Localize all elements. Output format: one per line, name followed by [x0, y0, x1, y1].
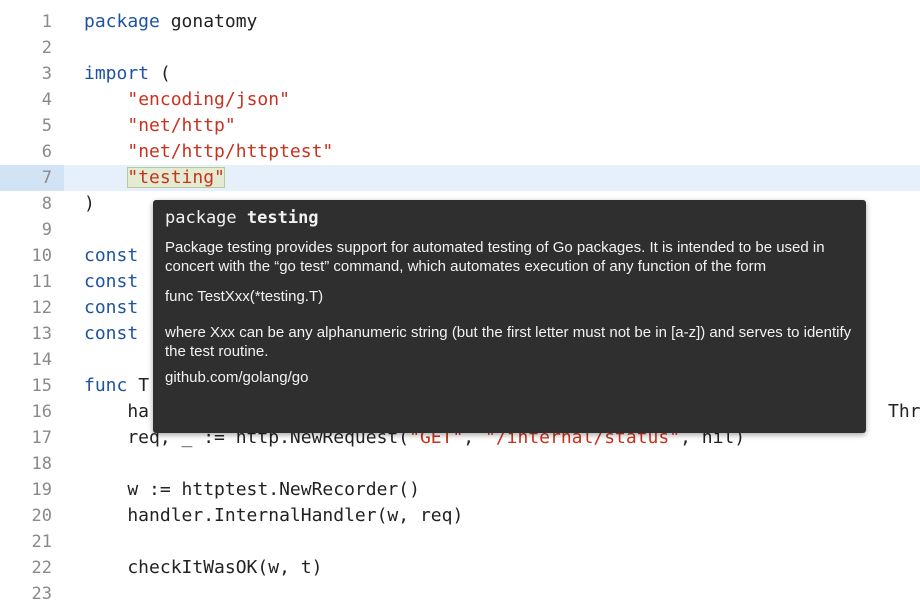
tooltip-details: where Xxx can be any alphanumeric string… [165, 324, 852, 360]
code-line[interactable]: 19 w := httptest.NewRecorder() [0, 477, 920, 503]
line-number: 16 [31, 402, 52, 422]
code-text: func T [84, 373, 149, 399]
line-number: 20 [31, 506, 52, 526]
hover-doc-tooltip: package testing Package testing provides… [153, 200, 866, 433]
code-line[interactable]: 1 package gonatomy [0, 9, 920, 35]
code-text: handler.InternalHandler(w, req) [84, 503, 463, 529]
line-number: 8 [41, 194, 52, 214]
line-number: 19 [31, 480, 52, 500]
code-line[interactable]: 20 handler.InternalHandler(w, req) [0, 503, 920, 529]
keyword-token: func [84, 375, 128, 396]
line-number: 14 [31, 350, 52, 370]
line-number: 11 [31, 272, 52, 292]
code-token: w := httptest.NewRecorder() [84, 479, 420, 500]
code-line-current[interactable]: 7 "testing" [0, 165, 920, 191]
line-number: 15 [31, 376, 52, 396]
code-line[interactable]: 3 import ( [0, 61, 920, 87]
code-line[interactable]: 2 [0, 35, 920, 61]
code-token: ( [149, 63, 171, 84]
code-line[interactable]: 23 [0, 581, 920, 607]
line-number: 18 [31, 454, 52, 474]
code-token: handler.InternalHandler(w, req) [84, 505, 464, 526]
line-number: 23 [31, 584, 52, 604]
line-number: 5 [41, 116, 52, 136]
line-number: 1 [41, 12, 52, 32]
code-line[interactable]: 22 checkItWasOK(w, t) [0, 555, 920, 581]
string-token: "encoding/json" [127, 89, 290, 110]
line-number: 6 [41, 142, 52, 162]
keyword-token: const [84, 323, 139, 344]
line-number: 4 [41, 90, 52, 110]
line-number: 3 [41, 64, 52, 84]
tooltip-package-name: testing [246, 208, 319, 228]
code-token: T [127, 375, 150, 396]
line-number: 7 [41, 168, 52, 188]
code-text: ) [84, 191, 95, 217]
code-text: "testing" [84, 165, 225, 191]
string-token: "testing" [127, 167, 225, 188]
line-number: 12 [31, 298, 52, 318]
code-token: ) [84, 193, 95, 214]
code-text: import ( [84, 61, 171, 87]
code-line[interactable]: 5 "net/http" [0, 113, 920, 139]
code-text: const [84, 295, 138, 321]
code-line[interactable]: 4 "encoding/json" [0, 87, 920, 113]
code-token: ha [84, 401, 150, 422]
code-text: const [84, 243, 138, 269]
line-number: 10 [31, 246, 52, 266]
code-text: "net/http/httptest" [84, 139, 333, 165]
string-token: "net/http/httptest" [127, 141, 334, 162]
keyword-token: import [84, 63, 150, 84]
code-text: "net/http" [84, 113, 236, 139]
code-line[interactable]: 18 [0, 451, 920, 477]
keyword-token: package [84, 11, 160, 32]
code-token: checkItWasOK(w, t) [84, 557, 323, 578]
string-token: "net/http" [127, 115, 236, 136]
line-number: 21 [31, 532, 52, 552]
code-text: checkItWasOK(w, t) [84, 555, 322, 581]
line-number: 9 [41, 220, 52, 240]
code-text: const [84, 269, 138, 295]
tooltip-signature: func TestXxx(*testing.T) [165, 288, 324, 305]
line-number: 17 [31, 428, 52, 448]
keyword-token: const [84, 271, 139, 292]
keyword-token: const [84, 297, 139, 318]
code-text: const [84, 321, 138, 347]
code-line[interactable]: 6 "net/http/httptest" [0, 139, 920, 165]
tooltip-description: Package testing provides support for aut… [165, 239, 825, 275]
tooltip-title: package testing [165, 208, 854, 228]
code-text: w := httptest.NewRecorder() [84, 477, 420, 503]
line-number: 2 [41, 38, 52, 58]
code-line[interactable]: 21 [0, 529, 920, 555]
code-text: "encoding/json" [84, 87, 290, 113]
code-token: gonatomy [159, 11, 258, 32]
code-text: package gonatomy [84, 9, 257, 35]
line-number: 13 [31, 324, 52, 344]
tooltip-source-link[interactable]: github.com/golang/go [165, 369, 854, 386]
code-text: ha [84, 399, 149, 425]
line-number: 22 [31, 558, 52, 578]
code-text-overflow: Thr [888, 401, 920, 422]
keyword-token: const [84, 245, 139, 266]
tooltip-title-prefix: package [165, 208, 247, 228]
